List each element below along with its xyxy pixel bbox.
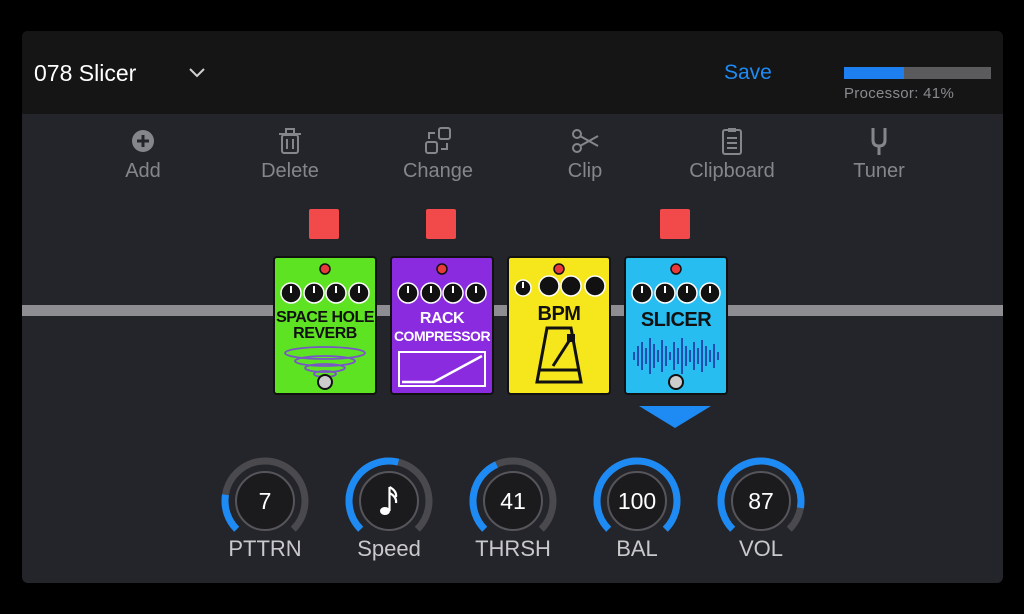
pedal-slicer[interactable]: SLICER: [624, 256, 728, 395]
knob-value: 87: [748, 488, 774, 514]
pedal-bpm[interactable]: BPM: [507, 256, 611, 395]
pedal-name-line1: SLICER: [640, 309, 712, 331]
add-button[interactable]: Add: [78, 126, 208, 186]
pedal-1-bypass-toggle[interactable]: [309, 209, 339, 239]
tuning-fork-icon: [871, 128, 887, 155]
processor-meter: [844, 67, 991, 79]
clip-label: Clip: [567, 160, 603, 182]
add-icon: [132, 130, 154, 152]
clipboard-icon: [722, 128, 742, 155]
pedal-name-line1: BPM: [537, 303, 581, 325]
knob-dial: [345, 457, 433, 532]
delete-button[interactable]: Delete: [225, 126, 355, 186]
knob-value: 41: [500, 488, 526, 514]
pedal-name-line2: COMPRESSOR: [393, 328, 491, 344]
add-label: Add: [125, 160, 161, 182]
bpm-pedal-art: [514, 263, 606, 384]
clipboard-label: Clipboard: [689, 160, 775, 182]
pedal-space-hole-reverb[interactable]: SPACE HOLE REVERB: [273, 256, 377, 395]
knob-label: Speed: [357, 536, 421, 561]
clipboard-button[interactable]: Clipboard: [667, 126, 797, 186]
knob-value: 7: [258, 488, 272, 514]
selected-pedal-arrow-icon: [639, 406, 711, 428]
delete-label: Delete: [261, 160, 319, 182]
pedal-name-line2: REVERB: [293, 325, 357, 342]
pedal-name-line1: SPACE HOLE: [276, 309, 374, 326]
pedal-2-bypass-toggle[interactable]: [426, 209, 456, 239]
change-icon: [425, 127, 451, 154]
pedal-4-bypass-toggle[interactable]: [660, 209, 690, 239]
knob-bal[interactable]: 100: [592, 456, 682, 546]
knob-pttrn[interactable]: 7: [220, 456, 310, 546]
change-label: Change: [402, 160, 474, 182]
knob-thrsh[interactable]: 41: [468, 456, 558, 546]
pedal-name-line1: RACK: [419, 310, 465, 327]
knob-value: 100: [617, 488, 657, 514]
clip-button[interactable]: Clip: [520, 126, 650, 186]
trash-icon: [279, 128, 301, 154]
top-bar: 078 Slicer Save Processor: 41%: [22, 31, 1003, 114]
save-button[interactable]: Save: [724, 61, 772, 85]
knob-label: BAL: [616, 536, 658, 561]
knob-label: PTTRN: [228, 536, 302, 561]
tuner-button[interactable]: Tuner: [814, 126, 944, 186]
preset-name[interactable]: 078 Slicer: [34, 60, 136, 87]
knob-vol[interactable]: 87: [716, 456, 806, 546]
scissors-icon: [572, 129, 599, 153]
app-window: 078 Slicer Save Processor: 41% Add Delet…: [22, 31, 1003, 583]
tuner-label: Tuner: [853, 160, 905, 182]
pedal-rack-compressor[interactable]: RACK COMPRESSOR: [390, 256, 494, 395]
change-button[interactable]: Change: [373, 126, 503, 186]
chevron-down-icon[interactable]: [186, 62, 208, 84]
knob-label: THRSH: [475, 536, 551, 561]
processor-meter-fill: [844, 67, 905, 79]
knob-speed[interactable]: [344, 456, 434, 546]
knob-label: VOL: [738, 536, 784, 561]
processor-label: Processor: 41%: [844, 85, 955, 102]
